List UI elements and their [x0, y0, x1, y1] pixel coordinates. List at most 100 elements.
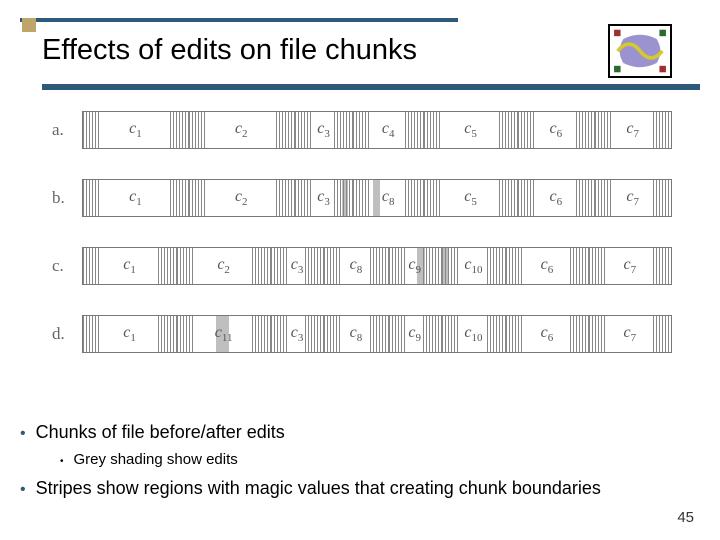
- boundary-stripe: [170, 180, 188, 216]
- boundary-stripe: [271, 248, 289, 284]
- chunk: c3: [295, 180, 354, 216]
- bullet-1-text: Chunks of file before/after edits: [36, 420, 285, 445]
- bullet-1-sub-text: Grey shading show edits: [74, 449, 238, 470]
- boundary-stripe: [324, 248, 342, 284]
- boundary-stripe: [334, 112, 352, 148]
- diagram-row: a.c1c2c3c4c5c6c7: [52, 106, 672, 154]
- bullet-mark-icon: •: [60, 455, 64, 469]
- diagram-row: b. c1 c2 c3 c8 c5 c6 c7: [52, 174, 672, 222]
- boundary-stripe: [570, 316, 588, 352]
- chunk-label: c7: [623, 324, 636, 344]
- chunk-label: c3: [291, 256, 304, 276]
- chunk: c9: [389, 248, 442, 284]
- title-rule: [20, 18, 458, 22]
- chunk-label: c6: [541, 324, 554, 344]
- chunk-label: c11: [215, 324, 233, 344]
- row-label: b.: [52, 188, 82, 208]
- chunk: c10: [442, 316, 507, 352]
- edit-grey-region: [373, 180, 380, 216]
- chunk: c8: [324, 248, 389, 284]
- boundary-stripe: [506, 316, 524, 352]
- diagram-row: d.c1c11c3c8c9c10c6c7: [52, 310, 672, 358]
- boundary-stripe: [442, 248, 460, 284]
- boundary-stripe: [589, 316, 607, 352]
- chunk: c6: [506, 248, 588, 284]
- boundary-stripe: [487, 316, 505, 352]
- boundary-stripe: [177, 316, 195, 352]
- chunk-label: c3: [317, 188, 330, 208]
- chunk: c5: [424, 180, 518, 216]
- chunk-label: c6: [549, 120, 562, 140]
- row-label: c.: [52, 256, 82, 276]
- boundary-stripe: [83, 112, 101, 148]
- boundary-stripe: [570, 248, 588, 284]
- chunk: c3: [271, 316, 324, 352]
- chunk-label: c2: [235, 188, 248, 208]
- boundary-stripe: [83, 248, 101, 284]
- chunk: c6: [518, 180, 594, 216]
- chunk-label: c1: [123, 324, 136, 344]
- chunk: c7: [595, 180, 671, 216]
- bullet-1-sub: • Grey shading show edits: [60, 449, 700, 470]
- slide-logo: [608, 24, 672, 78]
- chunk: c2: [189, 112, 295, 148]
- chunk-label: c7: [626, 120, 639, 140]
- bullet-list: • Chunks of file before/after edits • Gr…: [20, 420, 700, 506]
- boundary-stripe: [424, 180, 442, 216]
- chunk-label: c8: [350, 324, 363, 344]
- chunk: c7: [589, 248, 671, 284]
- boundary-stripe: [83, 180, 101, 216]
- boundary-stripe: [295, 112, 313, 148]
- chunk-label: c1: [129, 120, 142, 140]
- boundary-stripe: [353, 112, 371, 148]
- chunk-label: c10: [464, 256, 482, 276]
- boundary-stripe: [370, 248, 388, 284]
- boundary-stripe: [158, 316, 176, 352]
- chunk-label: c9: [408, 256, 421, 276]
- boundary-stripe: [653, 248, 671, 284]
- boundary-stripe: [589, 248, 607, 284]
- chunk-label: c2: [235, 120, 248, 140]
- boundary-stripe: [177, 248, 195, 284]
- boundary-stripe: [389, 248, 407, 284]
- boundary-stripe: [389, 316, 407, 352]
- boundary-stripe: [499, 112, 517, 148]
- boundary-stripe: [252, 248, 270, 284]
- file-bar: c1c2c3c4c5c6c7: [82, 111, 672, 149]
- chunk: c7: [589, 316, 671, 352]
- slide-number: 45: [677, 509, 694, 526]
- chunk: c8: [353, 180, 424, 216]
- boundary-stripe: [324, 316, 342, 352]
- boundary-stripe: [271, 316, 289, 352]
- chunk-label: c5: [464, 188, 477, 208]
- boundary-stripe: [576, 112, 594, 148]
- boundary-stripe: [405, 180, 423, 216]
- boundary-stripe: [189, 180, 207, 216]
- bullet-mark-icon: •: [20, 423, 26, 445]
- chunk: c2: [189, 180, 295, 216]
- boundary-stripe: [252, 316, 270, 352]
- boundary-stripe: [595, 180, 613, 216]
- chunk: c7: [595, 112, 671, 148]
- chunk-label: c8: [350, 256, 363, 276]
- chunk-label: c9: [408, 324, 421, 344]
- chunk-label: c6: [541, 256, 554, 276]
- chunk: c11: [177, 316, 271, 352]
- chunk: c1: [83, 180, 189, 216]
- chunk: c3: [295, 112, 354, 148]
- chunk-diagram: a.c1c2c3c4c5c6c7b.c1c2c3c8c5c6c7c.c1c2c3…: [52, 106, 672, 378]
- boundary-stripe: [295, 180, 313, 216]
- boundary-stripe: [653, 180, 671, 216]
- boundary-stripe: [442, 316, 460, 352]
- bullet-mark-icon: •: [20, 479, 26, 501]
- chunk-label: c6: [549, 188, 562, 208]
- boundary-stripe: [576, 180, 594, 216]
- diagram-row: c.c1c2c3c8c9c10c6c7: [52, 242, 672, 290]
- chunk: c3: [271, 248, 324, 284]
- chunk-label: c1: [129, 188, 142, 208]
- chunk: c1: [83, 248, 177, 284]
- boundary-stripe: [518, 112, 536, 148]
- file-bar: c1 c2 c3 c8 c5 c6 c7: [82, 179, 672, 217]
- boundary-stripe: [83, 316, 101, 352]
- boundary-stripe: [595, 112, 613, 148]
